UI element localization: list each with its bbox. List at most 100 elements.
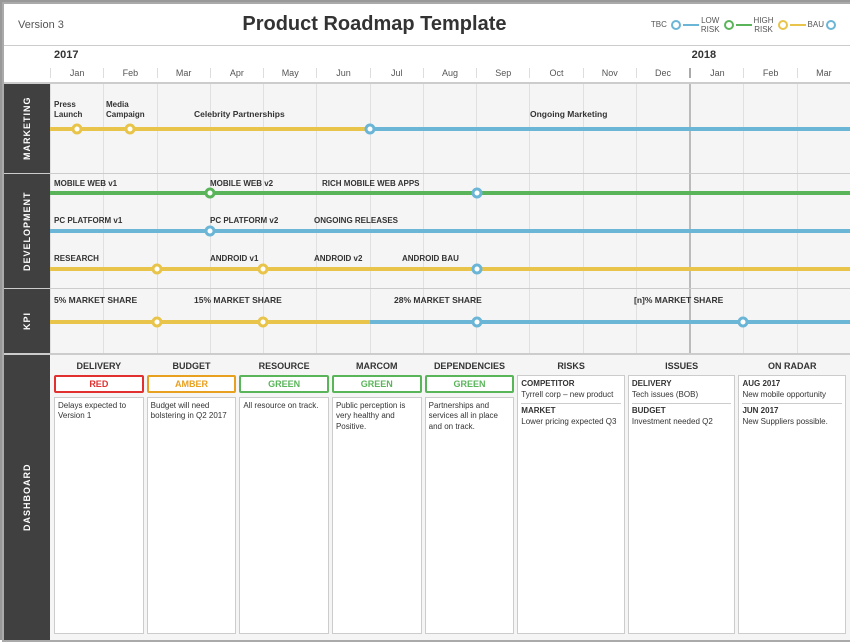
timeline-header: 2017 2018 Jan Feb Mar Apr May Jun Jul Au… xyxy=(50,46,850,82)
dashboard-budget: BUDGET AMBER Budget will need bolstering… xyxy=(147,361,237,634)
label-press-launch: PressLaunch xyxy=(54,100,82,119)
dot-press-launch xyxy=(71,123,82,134)
issue-delivery-title: DELIVERY xyxy=(632,379,732,389)
issue-delivery-text: Tech issues (BOB) xyxy=(632,390,732,400)
dashboard-delivery: DELIVERY RED Delays expected to Version … xyxy=(54,361,144,634)
kpi-line-blue xyxy=(370,320,850,324)
dot-5pct xyxy=(151,317,162,328)
label-media-campaign: MediaCampaign xyxy=(106,100,145,119)
delivery-header: DELIVERY xyxy=(54,361,144,371)
kpi-content: 5% MARKET SHARE 15% MARKET SHARE 28% MAR… xyxy=(50,289,850,353)
radar-jun-text: New Suppliers possible. xyxy=(742,417,842,427)
issue-budget-text: Investment needed Q2 xyxy=(632,417,732,427)
dot-npct xyxy=(738,317,749,328)
dashboard-risks: RISKS COMPETITOR Tyrrell corp – new prod… xyxy=(517,361,625,634)
label-npct: [n]% MARKET SHARE xyxy=(634,295,723,305)
resource-status: GREEN xyxy=(239,375,329,393)
dot-mobile-v2 xyxy=(205,188,216,199)
risk-competitor-title: COMPETITOR xyxy=(521,379,621,389)
label-28pct: 28% MARKET SHARE xyxy=(394,295,482,305)
budget-status: AMBER xyxy=(147,375,237,393)
risk-tbc: TBC xyxy=(651,20,667,29)
kpi-line-gold xyxy=(50,320,370,324)
budget-header: BUDGET xyxy=(147,361,237,371)
version-label: Version 3 xyxy=(18,19,98,31)
marketing-content: PressLaunch MediaCampaign Celebrity Part… xyxy=(50,84,850,173)
dependencies-header: DEPENDENCIES xyxy=(425,361,515,371)
label-celebrity: Celebrity Partnerships xyxy=(194,109,285,119)
month-row: Jan Feb Mar Apr May Jun Jul Aug Sep Oct … xyxy=(50,63,850,82)
risk-tbc-dot xyxy=(671,20,681,30)
mkt-line-3 xyxy=(370,127,850,131)
label-mobile-v1: MOBILE WEB v1 xyxy=(54,179,117,188)
dashboard-resource: RESOURCE GREEN All resource on track. xyxy=(239,361,329,634)
label-5pct: 5% MARKET SHARE xyxy=(54,295,137,305)
label-pc-v1: PC PLATFORM v1 xyxy=(54,216,122,225)
label-android-v1: ANDROID v1 xyxy=(210,254,258,263)
dot-celebrity xyxy=(365,123,376,134)
dev-android-line xyxy=(50,267,850,271)
label-ongoing-releases: ONGOING RELEASES xyxy=(314,216,398,225)
issue-budget-title: BUDGET xyxy=(632,406,732,416)
risk-market-text: Lower pricing expected Q3 xyxy=(521,417,621,427)
year-2017: 2017 xyxy=(50,49,688,61)
on-radar-header: ON RADAR xyxy=(738,361,846,371)
main-title: Product Roadmap Template xyxy=(98,13,651,36)
issues-content: DELIVERY Tech issues (BOB) BUDGET Invest… xyxy=(628,375,736,634)
dot-android-bau xyxy=(471,263,482,274)
risk-market-title: MARKET xyxy=(521,406,621,416)
resource-header: RESOURCE xyxy=(239,361,329,371)
timeline-spacer xyxy=(4,46,50,82)
marcom-status: GREEN xyxy=(332,375,422,393)
connector-tbc-low xyxy=(683,24,699,26)
development-content: MOBILE WEB v1 MOBILE WEB v2 RICH MOBILE … xyxy=(50,174,850,288)
dashboard-issues: ISSUES DELIVERY Tech issues (BOB) BUDGET… xyxy=(628,361,736,634)
dashboard-label: DASHBOARD xyxy=(4,355,50,640)
connector-high-bau xyxy=(790,24,806,26)
dependencies-status: GREEN xyxy=(425,375,515,393)
label-rich-mobile: RICH MOBILE WEB APPS xyxy=(322,179,419,188)
risks-divider xyxy=(521,403,621,404)
risk-bau-dot xyxy=(826,20,836,30)
marcom-text: Public perception is very healthy and Po… xyxy=(332,397,422,634)
dev-mobile-line xyxy=(50,191,850,195)
dashboard-dependencies: DEPENDENCIES GREEN Partnerships and serv… xyxy=(425,361,515,634)
issues-header: ISSUES xyxy=(628,361,736,371)
radar-divider xyxy=(742,403,842,404)
label-15pct: 15% MARKET SHARE xyxy=(194,295,282,305)
dot-15pct xyxy=(258,317,269,328)
kpi-section: KPI xyxy=(4,289,850,354)
label-android-bau: ANDROID BAU xyxy=(402,254,459,263)
label-mobile-v2: MOBILE WEB v2 xyxy=(210,179,273,188)
risks-header: RISKS xyxy=(517,361,625,371)
dot-rich-mobile xyxy=(471,188,482,199)
on-radar-content: AUG 2017 New mobile opportunity JUN 2017… xyxy=(738,375,846,634)
header: Version 3 Product Roadmap Template TBC L… xyxy=(4,4,850,46)
dot-media-campaign xyxy=(125,123,136,134)
radar-aug-title: AUG 2017 xyxy=(742,379,842,389)
marketing-label: MARKETING xyxy=(4,84,50,173)
kpi-label: KPI xyxy=(4,289,50,353)
dot-android-v2 xyxy=(258,263,269,274)
dev-pc-line xyxy=(50,229,850,233)
risk-high-dot xyxy=(778,20,788,30)
dot-pc-v2 xyxy=(205,226,216,237)
dashboard-marcom: MARCOM GREEN Public perception is very h… xyxy=(332,361,422,634)
radar-jun-title: JUN 2017 xyxy=(742,406,842,416)
risk-legend: TBC LOWRISK HIGHRISK BAU xyxy=(651,16,836,34)
dashboard-content: DELIVERY RED Delays expected to Version … xyxy=(50,355,850,640)
marcom-header: MARCOM xyxy=(332,361,422,371)
connector-low-high xyxy=(736,24,752,26)
label-pc-v2: PC PLATFORM v2 xyxy=(210,216,278,225)
delivery-status: RED xyxy=(54,375,144,393)
dashboard-on-radar: ON RADAR AUG 2017 New mobile opportunity… xyxy=(738,361,846,634)
label-research: RESEARCH xyxy=(54,254,99,263)
resource-text: All resource on track. xyxy=(239,397,329,634)
risk-competitor-text: Tyrrell corp – new product xyxy=(521,390,621,400)
delivery-text: Delays expected to Version 1 xyxy=(54,397,144,634)
dependencies-text: Partnerships and services all in place a… xyxy=(425,397,515,634)
radar-aug-text: New mobile opportunity xyxy=(742,390,842,400)
dot-android-research xyxy=(151,263,162,274)
risks-content: COMPETITOR Tyrrell corp – new product MA… xyxy=(517,375,625,634)
budget-text: Budget will need bolstering in Q2 2017 xyxy=(147,397,237,634)
